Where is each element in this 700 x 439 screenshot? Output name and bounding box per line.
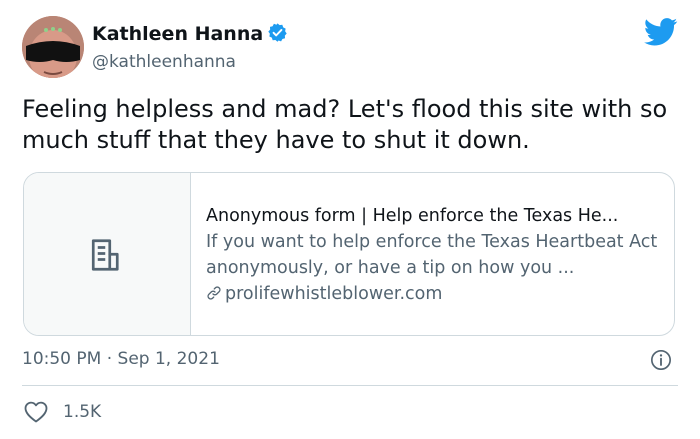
twitter-bird-icon[interactable]	[644, 18, 678, 46]
like-count: 1.5K	[63, 402, 102, 422]
tweet-timestamp[interactable]: 10:50 PM · Sep 1, 2021	[22, 348, 220, 370]
avatar[interactable]	[22, 16, 84, 78]
info-icon[interactable]	[650, 349, 672, 371]
tweet-time: 10:50 PM	[22, 349, 102, 369]
card-domain: prolifewhistleblower.com	[206, 281, 666, 307]
heart-icon	[24, 401, 48, 423]
tweet-date: Sep 1, 2021	[117, 349, 220, 369]
avatar-image	[22, 16, 84, 78]
card-description: If you want to help enforce the Texas He…	[206, 232, 658, 278]
display-name[interactable]: Kathleen Hanna	[92, 22, 288, 46]
display-name-text: Kathleen Hanna	[92, 23, 264, 45]
timestamp-separator: ·	[106, 349, 113, 369]
card-domain-text: prolifewhistleblower.com	[225, 284, 443, 304]
user-handle[interactable]: @kathleenhanna	[92, 51, 236, 73]
verified-badge-icon	[268, 23, 287, 42]
link-icon	[207, 286, 221, 300]
link-card[interactable]: Anonymous form | Help enforce the Texas …	[23, 172, 675, 336]
tweet-header: Kathleen Hanna @kathleenhanna	[22, 16, 682, 80]
document-icon	[91, 239, 119, 271]
card-title: Anonymous form | Help enforce the Texas …	[206, 206, 619, 226]
tweet-text: Feeling helpless and mad? Let's flood th…	[22, 95, 668, 154]
divider	[22, 385, 678, 386]
card-media	[24, 173, 191, 335]
card-body: Anonymous form | Help enforce the Texas …	[206, 203, 666, 307]
